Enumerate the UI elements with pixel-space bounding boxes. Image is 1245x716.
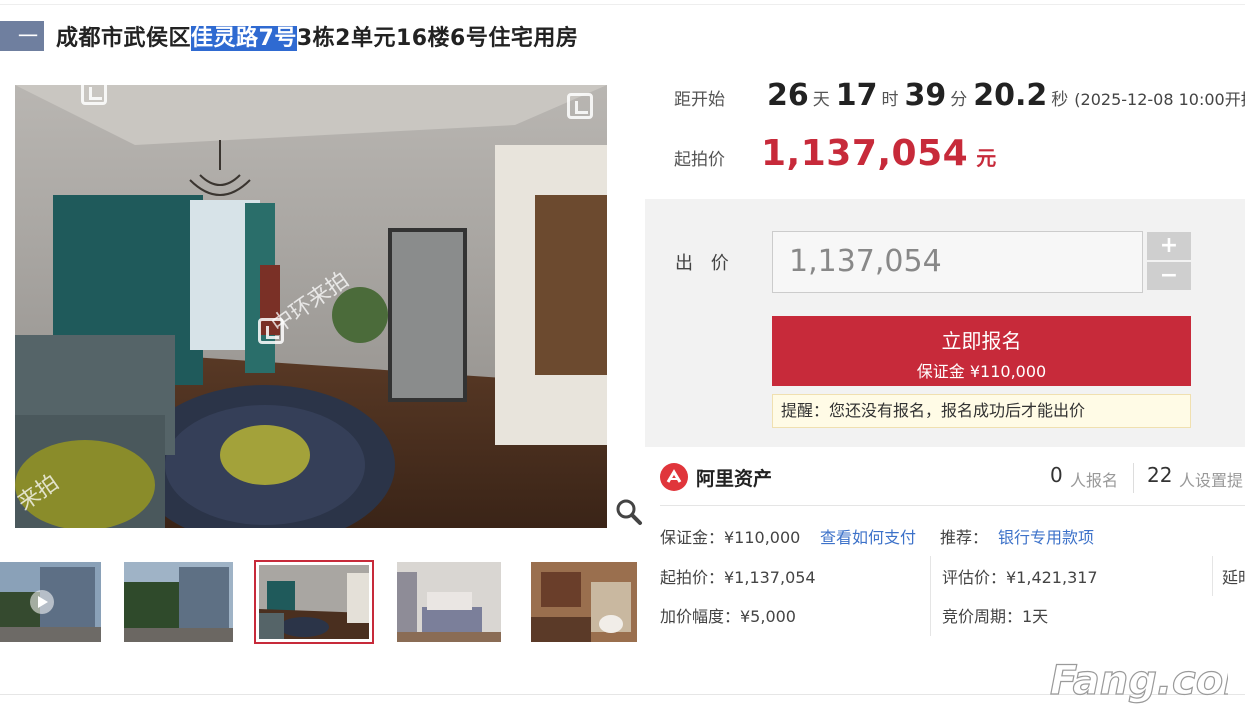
thumbnail-bathroom[interactable] bbox=[531, 562, 637, 642]
appraisal-price-info: 评估价：¥1,421,317 bbox=[942, 568, 1098, 587]
fang-brand-text: Fang.com bbox=[1050, 658, 1228, 704]
title-prefix: 成都市武侯区 bbox=[56, 26, 192, 51]
main-property-photo[interactable]: 中环来拍 来拍 bbox=[15, 85, 607, 528]
title-row: 一拍 成都市武侯区佳灵路7号3栋2单元16楼6号住宅用房 bbox=[0, 18, 578, 78]
platform-name: 阿里资产 bbox=[696, 467, 773, 490]
title-suffix: 3栋2单元16楼6号住宅用房 bbox=[296, 26, 579, 51]
bid-label: 出 价 bbox=[675, 253, 735, 274]
hours-unit: 时 bbox=[881, 90, 899, 110]
platform-row: 阿里资产 0 人报名 22 人设置提 bbox=[660, 457, 1245, 497]
extension-info: 延时 bbox=[1222, 568, 1245, 587]
auction-round-badge: 一拍 bbox=[0, 21, 44, 78]
thumbnail-living-room-selected[interactable] bbox=[254, 560, 374, 644]
start-price-value: 1,137,054 bbox=[761, 133, 969, 174]
divider bbox=[1133, 463, 1134, 493]
deposit-info: 保证金：¥110,000 bbox=[660, 528, 801, 547]
minutes-unit: 分 bbox=[950, 90, 968, 110]
ali-assets-logo-icon bbox=[660, 463, 688, 491]
title-selected-text: 佳灵路7号 bbox=[191, 26, 297, 51]
recommend-label: 推荐： bbox=[940, 528, 989, 547]
start-price-info: 起拍价：¥1,137,054 bbox=[660, 568, 816, 587]
signup-reminder: 提醒：您还没有报名，报名成功后才能出价 bbox=[772, 394, 1191, 428]
decrease-bid-button[interactable]: − bbox=[1147, 262, 1191, 290]
reminder-count-label: 人设置提 bbox=[1179, 471, 1244, 490]
bank-payment-link[interactable]: 银行专用款项 bbox=[998, 524, 1094, 548]
countdown-minutes: 39 bbox=[904, 78, 947, 113]
zoom-icon[interactable] bbox=[615, 498, 643, 526]
divider bbox=[1212, 556, 1213, 596]
reminder-count: 22 bbox=[1147, 463, 1173, 487]
increment-info: 加价幅度：¥5,000 bbox=[660, 607, 796, 626]
bid-panel: 出 价 1,137,054 + − 立即报名 保证金 ¥110,000 提醒：您… bbox=[645, 199, 1245, 447]
fang-com-watermark-logo: Fang.com bbox=[1049, 657, 1228, 704]
deposit-amount: 保证金 ¥110,000 bbox=[916, 362, 1047, 381]
countdown-days: 26 bbox=[767, 78, 809, 113]
page-title: 成都市武侯区佳灵路7号3栋2单元16楼6号住宅用房 bbox=[56, 20, 578, 52]
countdown-label: 距开始 bbox=[674, 90, 725, 110]
thumbnail-exterior[interactable] bbox=[124, 562, 233, 642]
days-unit: 天 bbox=[812, 90, 830, 110]
start-price-label: 起拍价 bbox=[674, 150, 725, 170]
signup-button-label: 立即报名 bbox=[941, 329, 1022, 353]
divider bbox=[660, 505, 1245, 506]
countdown-seconds: 20.2 bbox=[973, 78, 1048, 113]
top-divider bbox=[0, 4, 1245, 5]
start-price-row: 起拍价 1,137,054 元 bbox=[674, 133, 996, 174]
signup-now-button[interactable]: 立即报名 保证金 ¥110,000 bbox=[772, 316, 1191, 386]
thumbnail-video[interactable] bbox=[0, 562, 101, 642]
signup-count: 0 bbox=[1050, 463, 1063, 487]
countdown-row: 距开始 26 天 17 时 39 分 20.2 秒 (2025-12-08 10… bbox=[674, 78, 1245, 114]
watermark-logo-icon bbox=[567, 93, 593, 119]
increase-bid-button[interactable]: + bbox=[1147, 232, 1191, 260]
divider bbox=[930, 556, 931, 636]
watermark-logo-icon bbox=[81, 85, 107, 105]
auction-start-time: (2025-12-08 10:00开拍 bbox=[1074, 90, 1245, 109]
thumbnail-bedroom[interactable] bbox=[397, 562, 501, 642]
seconds-unit: 秒 bbox=[1051, 90, 1069, 110]
how-to-pay-link[interactable]: 查看如何支付 bbox=[820, 524, 916, 548]
countdown-hours: 17 bbox=[835, 78, 878, 113]
signup-count-label: 人报名 bbox=[1070, 471, 1119, 490]
start-price-unit: 元 bbox=[976, 146, 997, 170]
bidding-cycle-info: 竞价周期：1天 bbox=[942, 607, 1049, 626]
bid-amount-input[interactable]: 1,137,054 bbox=[772, 231, 1143, 293]
